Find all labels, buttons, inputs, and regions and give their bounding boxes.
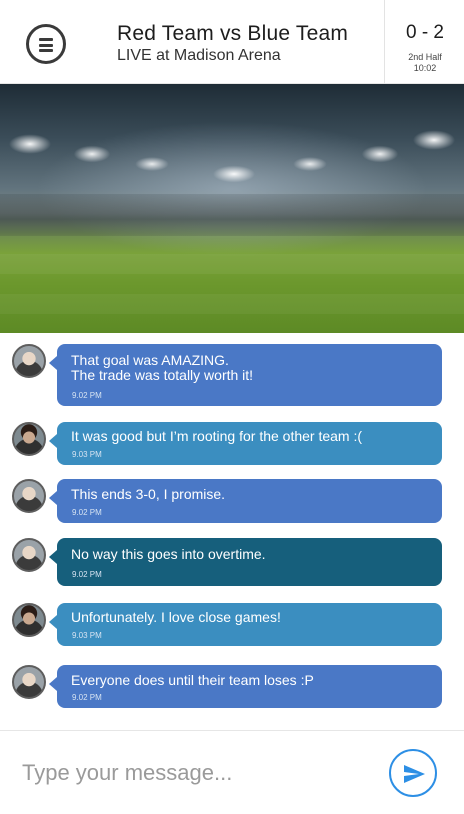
message-bubble: That goal was AMAZING. The trade was tot… <box>49 344 442 406</box>
message-text: It was good but I’m rooting for the othe… <box>71 428 363 444</box>
menu-icon-bar <box>39 43 53 47</box>
menu-icon-bar <box>39 38 53 41</box>
message-bubble: Unfortunately. I love close games! 9.03 … <box>49 603 442 646</box>
field-stripe <box>0 294 464 314</box>
avatar[interactable] <box>12 422 46 456</box>
message-time: 9.02 PM <box>72 693 102 702</box>
message-time: 9.03 PM <box>72 631 102 640</box>
match-period: 2nd Half <box>408 52 442 62</box>
match-score: 0 - 2 <box>405 22 445 43</box>
score-box: 0 - 2 2nd Half 10:02 <box>384 0 464 84</box>
message-bubble: This ends 3-0, I promise. 9.02 PM <box>49 479 442 523</box>
message-text: Everyone does until their team loses :P <box>71 672 314 688</box>
message-time: 9.02 PM <box>72 391 102 400</box>
message-text: Unfortunately. I love close games! <box>71 609 281 625</box>
avatar[interactable] <box>12 665 46 699</box>
avatar[interactable] <box>12 479 46 513</box>
message-time: 9.02 PM <box>72 570 102 579</box>
message-input[interactable] <box>22 757 372 789</box>
menu-button[interactable] <box>26 24 66 64</box>
message-composer <box>0 730 464 814</box>
chat-message-list[interactable]: That goal was AMAZING. The trade was tot… <box>0 333 464 730</box>
message-bubble: Everyone does until their team loses :P … <box>49 665 442 708</box>
match-venue: LIVE at Madison Arena <box>117 47 281 64</box>
match-title: Red Team vs Blue Team <box>117 22 349 45</box>
avatar[interactable] <box>12 344 46 378</box>
message-text: No way this goes into overtime. <box>71 546 266 562</box>
message-text: This ends 3-0, I promise. <box>71 486 226 502</box>
field-stripe <box>0 254 464 274</box>
message-text: That goal was AMAZING. The trade was tot… <box>71 352 254 383</box>
message-time: 9.03 PM <box>72 450 102 459</box>
stadium-stands <box>0 194 464 236</box>
avatar[interactable] <box>12 538 46 572</box>
send-button[interactable] <box>389 749 437 797</box>
message-bubble: No way this goes into overtime. 9.02 PM <box>49 538 442 586</box>
avatar[interactable] <box>12 603 46 637</box>
menu-icon-bar <box>39 49 53 52</box>
match-clock: 10:02 <box>413 63 437 73</box>
message-bubble: It was good but I’m rooting for the othe… <box>49 422 442 465</box>
message-time: 9.02 PM <box>72 508 102 517</box>
app-header: Red Team vs Blue Team LIVE at Madison Ar… <box>0 0 464 84</box>
send-icon <box>404 765 425 783</box>
stadium-banner-image <box>0 84 464 333</box>
